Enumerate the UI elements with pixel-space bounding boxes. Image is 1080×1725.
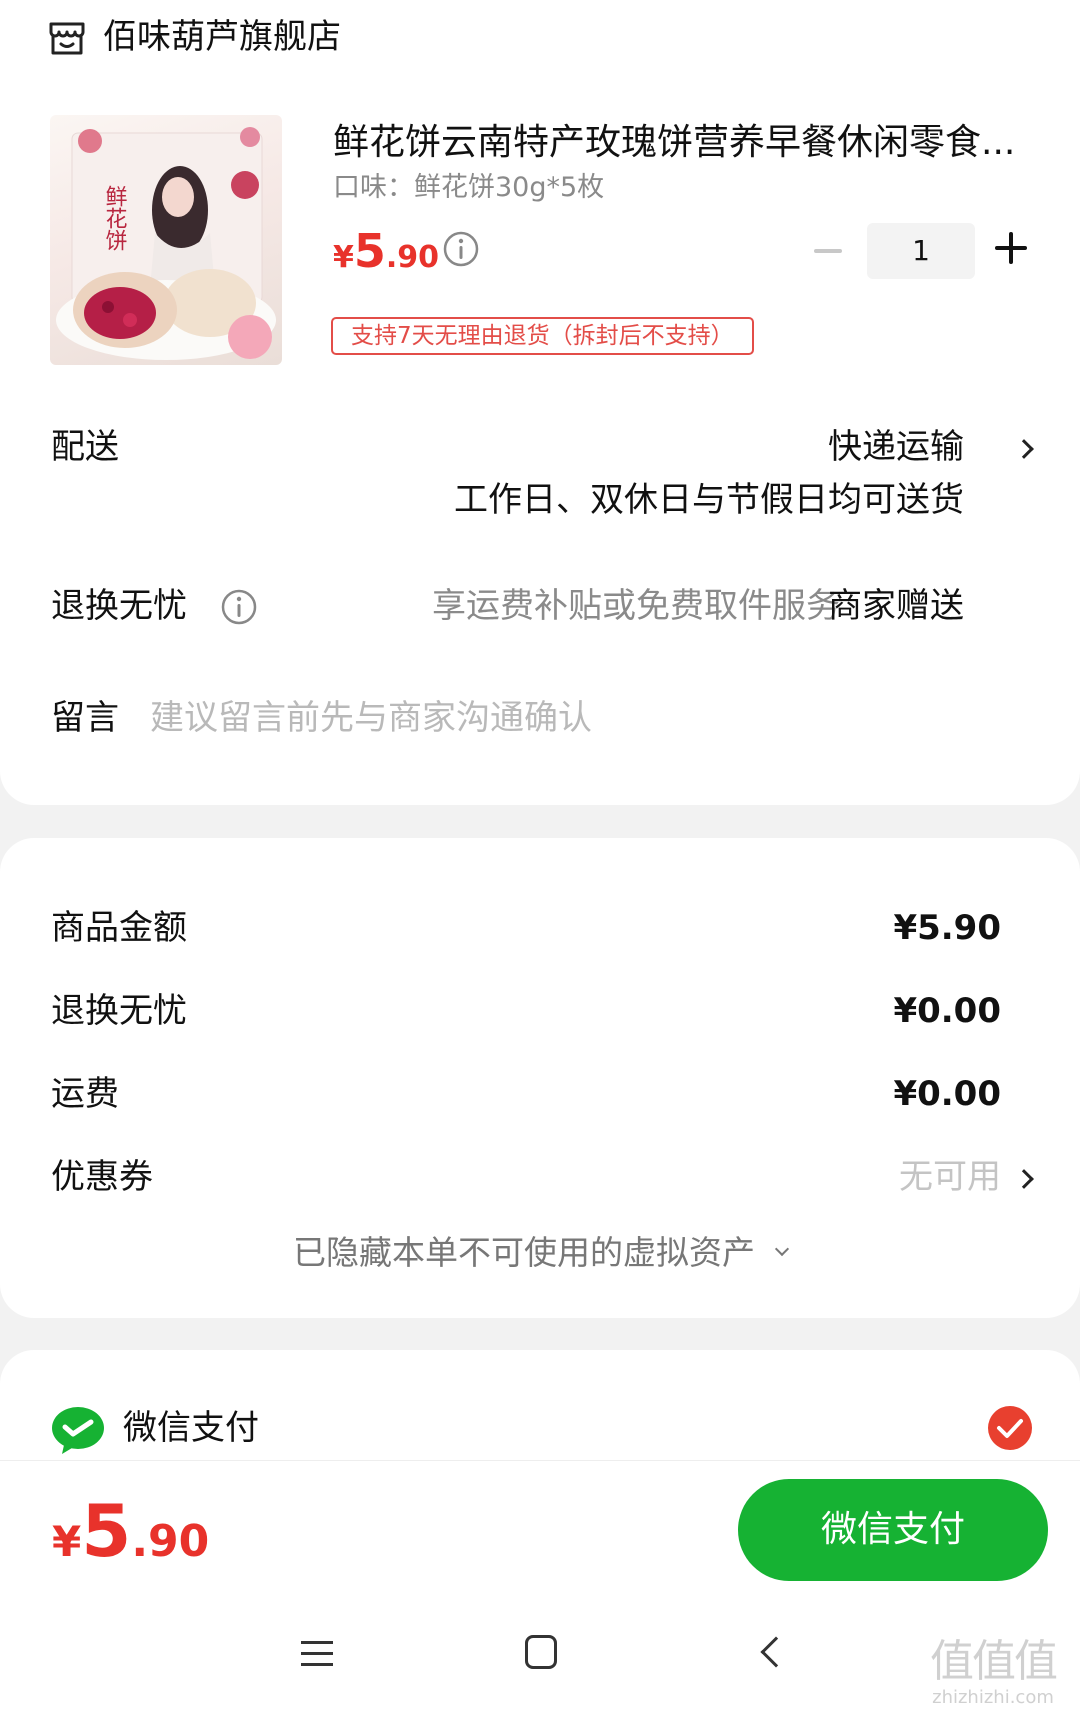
delivery-note: 工作日、双休日与节假日均可送货 [454,480,964,520]
product-title[interactable]: 鲜花饼云南特产玫瑰饼营养早餐休闲零食... [333,118,1023,168]
unit-price-currency: ¥ [333,240,354,275]
hidden-assets-text: 已隐藏本单不可使用的虚拟资产 [293,1233,755,1272]
order-item-card: 佰味葫芦旗舰店 鲜花饼 鲜花饼云南特产玫瑰饼营养早餐休闲零食... 口味：鲜花饼… [0,0,1080,805]
unit-price-decimal: .90 [385,240,440,275]
wechat-pay-button[interactable]: 微信支付 [738,1479,1048,1581]
product-image[interactable]: 鲜花饼 [50,115,282,365]
unit-price: ¥ 5 .90 [333,224,439,278]
message-label: 留言 [51,698,119,738]
unit-price-integer: 5 [353,224,386,278]
returns-fee-value: ¥0.00 [893,991,1001,1031]
back-icon[interactable] [760,1636,792,1668]
hidden-assets-toggle[interactable]: 已隐藏本单不可使用的虚拟资产 [0,1230,1080,1276]
checkmark-selected-icon[interactable] [987,1405,1033,1451]
watermark: 值值值 zhizhizhi.com [918,1637,1068,1709]
info-icon[interactable] [442,230,480,268]
menu-icon[interactable] [301,1640,333,1668]
watermark-logo: 值值值 [930,1636,1058,1687]
watermark-url: zhizhizhi.com [932,1687,1054,1708]
product-image-art: 鲜花饼 [56,127,276,360]
product-spec[interactable]: 口味：鲜花饼30g*5枚 [333,168,604,208]
product-image-caption: 鲜花饼 [102,185,128,251]
quantity-input[interactable]: 1 [867,223,975,279]
return-policy-badge: 支持7天无理由退货（拆封后不支持） [331,317,754,355]
quantity-decrease-button[interactable] [812,236,844,266]
home-icon[interactable] [525,1635,557,1669]
total-price: ¥ 5 .90 [52,1489,209,1573]
returns-label: 退换无忧 [51,586,187,626]
goods-amount-value: ¥5.90 [893,908,1001,948]
delivery-label: 配送 [51,427,119,467]
payment-method-label[interactable]: 微信支付 [123,1405,259,1451]
coupon-value[interactable]: 无可用 [899,1154,1001,1200]
returns-gift: 商家赠送 [828,586,964,626]
store-icon [49,22,85,55]
total-price-decimal: .90 [131,1516,210,1567]
returns-fee-label: 退换无忧 [51,991,187,1031]
store-name[interactable]: 佰味葫芦旗舰店 [103,14,341,60]
delivery-method[interactable]: 快递运输 [828,424,964,470]
quantity-increase-button[interactable] [995,232,1027,264]
system-navigation-bar: 值值值 zhizhizhi.com [0,1597,1080,1725]
info-icon[interactable] [220,588,258,626]
chevron-right-icon[interactable] [1014,439,1034,459]
goods-amount-label: 商品金额 [51,908,187,948]
coupon-label: 优惠券 [51,1157,153,1197]
total-price-integer: 5 [81,1489,132,1573]
shipping-fee-label: 运费 [51,1074,119,1114]
shipping-fee-value: ¥0.00 [893,1074,1001,1114]
total-price-currency: ¥ [52,1517,82,1566]
chevron-down-icon [774,1241,790,1257]
wechat-pay-icon [52,1407,104,1454]
checkout-bar: ¥ 5 .90 微信支付 [0,1460,1080,1597]
message-input[interactable] [150,693,980,743]
returns-description: 享运费补贴或免费取件服务 [432,586,840,626]
